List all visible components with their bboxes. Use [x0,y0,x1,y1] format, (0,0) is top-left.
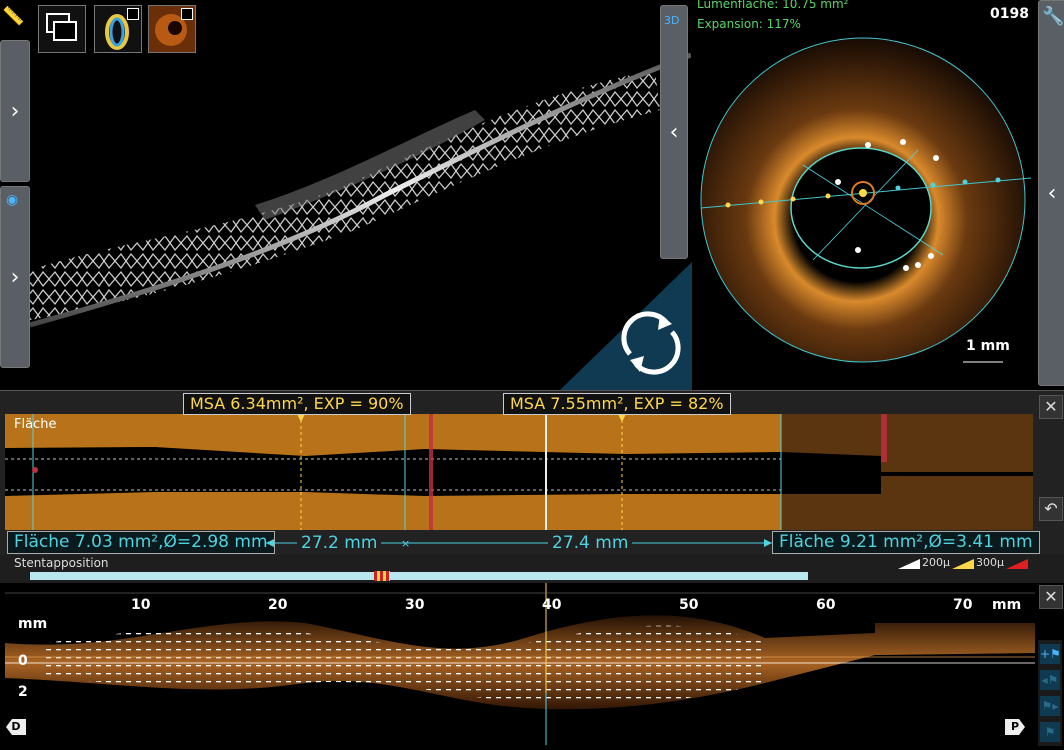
wrench-icon[interactable]: 🔧 [1042,6,1064,27]
legend-200-swatch [898,559,920,569]
legend-300-swatch [952,559,974,569]
depth-unit: mm [18,616,48,632]
tick-70: 70 [953,597,973,613]
ruler-icon[interactable]: 📏 [2,6,24,28]
cross-section-view [693,0,1038,390]
add-bookmark-button[interactable]: +⚑ [1040,644,1061,664]
flag-plus-icon: +⚑ [1040,647,1061,661]
frame-number: 0198 [990,6,1029,22]
malapposition-marker [374,571,390,581]
area-right-label[interactable]: Fläche 9.21 mm²,Ø=3.41 mm [772,531,1040,554]
thumbnail-checkbox[interactable] [181,8,193,20]
tick-30: 30 [405,597,425,613]
longitudinal-image [5,583,1035,745]
prev-bookmark-button[interactable]: ◂⚑ [1040,670,1060,690]
collapse-3d-tab[interactable]: ‹ [660,5,688,259]
tick-10: 10 [131,597,151,613]
area-panel-title: Fläche [14,417,57,432]
area-graph [5,414,1033,530]
msa-right-label[interactable]: MSA 7.55mm², EXP = 82% [503,393,731,415]
expand-left-bottom-tab[interactable]: › [0,186,30,368]
close-area-panel-button[interactable]: ✕ [1039,395,1063,419]
tick-60: 60 [816,597,836,613]
flag-next-icon: ⚑▸ [1041,699,1059,713]
expansion-readout: Expansion: 117% [697,17,801,31]
depth-tick-0: 0 [18,653,28,669]
scale-bar-label: 1 mm [966,338,1010,354]
windows-icon [46,13,77,41]
chevron-left-icon: ‹ [669,119,679,145]
legend-300-label: 300µ [976,556,1004,569]
tick-20: 20 [268,597,288,613]
depth-tick-2: 2 [18,684,28,700]
legend-200-label: 200µ [922,556,950,569]
layout-toggle-button[interactable] [38,5,86,53]
flag-prev-icon: ◂⚑ [1041,673,1059,687]
close-longitudinal-button[interactable]: ✕ [1039,585,1063,609]
undo-button[interactable]: ↶ [1039,497,1063,521]
close-icon: ✕ [1044,587,1058,606]
lumen-area-readout: Lumenfläche: 10.75 mm² [697,0,849,11]
cross-section-image [700,37,1032,363]
undo-icon: ↶ [1044,499,1058,518]
length-left-label: 27.2 mm [297,533,382,553]
legend-over-swatch [1006,559,1028,569]
thumbnail-checkbox[interactable] [127,8,139,20]
chevron-right-icon: › [10,264,20,290]
bookmark-list-button[interactable]: ⚑ [1040,722,1060,742]
svg-text:×: × [401,537,410,550]
expand-left-top-tab[interactable]: › [0,40,30,182]
stent-view-thumbnail[interactable] [94,5,142,53]
eye-icon[interactable]: ◉ [6,192,18,208]
apposition-title: Stentapposition [14,556,109,570]
longitudinal-view [5,583,1035,745]
chevron-left-icon: ‹ [1047,180,1057,206]
view-3d-badge[interactable]: 3D [664,14,679,27]
apposition-track[interactable] [30,572,808,580]
length-right-label: 27.4 mm [548,533,633,553]
lumen-view-thumbnail[interactable] [148,5,196,53]
tick-50: 50 [679,597,699,613]
axis-unit: mm [992,597,1022,613]
area-left-label[interactable]: Fläche 7.03 mm²,Ø=2.98 mm [7,531,275,554]
collapse-right-tab[interactable]: ‹ [1038,0,1064,386]
close-icon: ✕ [1044,397,1058,416]
flag-icon: ⚑ [1044,725,1056,739]
tick-40: 40 [542,597,562,613]
next-bookmark-button[interactable]: ⚑▸ [1040,696,1060,716]
msa-left-label[interactable]: MSA 6.34mm², EXP = 90% [183,393,411,415]
chevron-right-icon: › [10,98,20,124]
rotate-button[interactable] [560,262,692,390]
